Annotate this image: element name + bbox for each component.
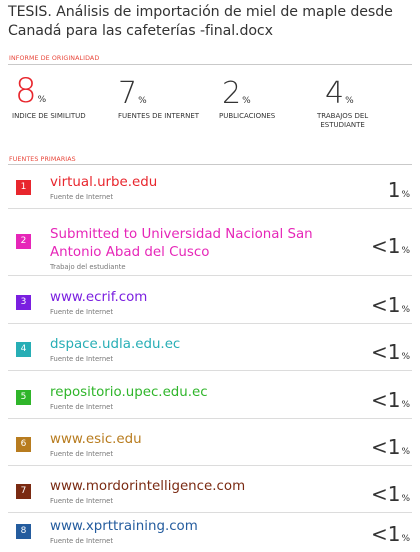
source-type: Trabajo del estudiante: [50, 263, 126, 271]
source-percentage: <1%: [371, 482, 410, 506]
source-type: Fuente de Internet: [50, 537, 113, 545]
internet-label: FUENTES DE INTERNET: [118, 112, 200, 120]
source-number-badge: 8: [16, 524, 31, 539]
source-percentage-value: <1: [370, 482, 401, 506]
source-percentage-unit: %: [401, 494, 410, 504]
internet-value: 7: [118, 76, 138, 111]
source-percentage-value: <1: [370, 234, 401, 258]
source-percentage-unit: %: [401, 190, 410, 200]
originality-section-label: INFORME DE ORIGINALIDAD: [9, 55, 100, 62]
internet-unit: %: [138, 96, 147, 106]
similarity-value: 8: [15, 71, 37, 111]
source-percentage-unit: %: [401, 305, 410, 315]
source-row[interactable]: 3 www.ecrif.com Fuente de Internet <1%: [0, 287, 420, 327]
source-name[interactable]: virtual.urbe.edu: [50, 174, 157, 192]
source-percentage-value: <1: [370, 522, 401, 546]
source-percentage-value: 1: [387, 178, 401, 202]
source-percentage-value: <1: [370, 435, 401, 459]
source-percentage-unit: %: [401, 534, 410, 544]
source-name[interactable]: www.esic.edu: [50, 431, 142, 449]
source-divider: [8, 370, 412, 371]
source-percentage-value: <1: [370, 388, 401, 412]
source-name-line1[interactable]: www.xprttraining.com: [50, 518, 198, 536]
source-name[interactable]: www.xprttraining.com: [50, 518, 198, 536]
similarity-index: 8% INDICE DE SIMILITUD: [12, 71, 86, 120]
source-type: Fuente de Internet: [50, 403, 113, 411]
publications-label: PUBLICACIONES: [219, 112, 276, 120]
source-divider: [8, 512, 412, 513]
source-row[interactable]: 4 dspace.udla.edu.ec Fuente de Internet <1%: [0, 334, 420, 374]
publications-unit: %: [242, 96, 251, 106]
source-name-line1[interactable]: www.esic.edu: [50, 431, 142, 449]
source-name[interactable]: dspace.udla.edu.ec: [50, 336, 180, 354]
source-percentage: <1%: [371, 522, 410, 546]
primary-sources-divider: [8, 164, 412, 165]
source-name-line1[interactable]: virtual.urbe.edu: [50, 174, 157, 192]
student-value: 4: [325, 76, 345, 111]
student-papers-stat: 4% TRABAJOS DEL ESTUDIANTE: [317, 76, 368, 129]
source-row[interactable]: 2 Submitted to Universidad Nacional San An…: [0, 224, 420, 276]
originality-divider: [8, 64, 412, 65]
source-number-badge: 2: [16, 234, 31, 249]
publications-stat: 2% PUBLICACIONES: [219, 76, 275, 121]
source-name-line1[interactable]: repositorio.upec.edu.ec: [50, 384, 208, 402]
source-number-badge: 3: [16, 295, 31, 310]
student-unit: %: [345, 96, 354, 106]
primary-sources-section-label: FUENTES PRIMARIAS: [9, 156, 76, 163]
document-title: TESIS. Análisis de importación de miel d…: [8, 4, 393, 39]
student-label-line2: ESTUDIANTE: [320, 120, 365, 129]
source-divider: [8, 465, 412, 466]
source-type: Fuente de Internet: [50, 355, 113, 363]
source-name[interactable]: Submitted to Universidad Nacional San Ant…: [50, 226, 313, 262]
source-percentage-value: <1: [370, 293, 401, 317]
publications-value: 2: [222, 76, 242, 111]
source-name[interactable]: www.mordorintelligence.com: [50, 478, 245, 496]
source-percentage-unit: %: [401, 246, 410, 256]
source-type: Fuente de Internet: [50, 308, 113, 316]
source-type: Fuente de Internet: [50, 497, 113, 505]
source-percentage: 1%: [388, 178, 410, 202]
source-number-badge: 1: [16, 180, 31, 195]
source-name-line2[interactable]: Antonio Abad del Cusco: [50, 244, 313, 262]
source-number-badge: 6: [16, 437, 31, 452]
source-number-badge: 7: [16, 484, 31, 499]
source-name[interactable]: www.ecrif.com: [50, 289, 147, 307]
source-name-line1[interactable]: dspace.udla.edu.ec: [50, 336, 180, 354]
source-name-line1[interactable]: www.mordorintelligence.com: [50, 478, 245, 496]
source-name-line1[interactable]: Submitted to Universidad Nacional San: [50, 226, 313, 244]
similarity-label: INDICE DE SIMILITUD: [12, 112, 86, 120]
source-divider: [8, 275, 412, 276]
source-row[interactable]: 5 repositorio.upec.edu.ec Fuente de Intern…: [0, 382, 420, 422]
source-row[interactable]: 7 www.mordorintelligence.com Fuente de Int…: [0, 476, 420, 516]
source-percentage: <1%: [371, 234, 410, 258]
source-percentage-unit: %: [401, 447, 410, 457]
student-label-line1: TRABAJOS DEL: [317, 112, 369, 120]
source-number-badge: 4: [16, 342, 31, 357]
source-type: Fuente de Internet: [50, 193, 113, 201]
internet-sources-stat: 7% FUENTES DE INTERNET: [118, 76, 199, 121]
source-divider: [8, 323, 412, 324]
source-name-line1[interactable]: www.ecrif.com: [50, 289, 147, 307]
similarity-unit: %: [37, 95, 47, 105]
source-percentage: <1%: [371, 388, 410, 412]
source-row[interactable]: 6 www.esic.edu Fuente de Internet <1%: [0, 429, 420, 469]
source-divider: [8, 418, 412, 419]
source-name[interactable]: repositorio.upec.edu.ec: [50, 384, 208, 402]
source-divider: [8, 208, 412, 209]
source-type: Fuente de Internet: [50, 450, 113, 458]
source-percentage-unit: %: [401, 352, 410, 362]
source-percentage-value: <1: [370, 340, 401, 364]
source-percentage: <1%: [371, 293, 410, 317]
source-number-badge: 5: [16, 390, 31, 405]
source-percentage: <1%: [371, 340, 410, 364]
source-row[interactable]: 8 www.xprttraining.com Fuente de Internet <…: [0, 516, 420, 552]
source-percentage: <1%: [371, 435, 410, 459]
source-percentage-unit: %: [401, 400, 410, 410]
student-label: TRABAJOS DEL ESTUDIANTE: [317, 112, 368, 129]
source-row[interactable]: 1 virtual.urbe.edu Fuente de Internet 1%: [0, 172, 420, 212]
